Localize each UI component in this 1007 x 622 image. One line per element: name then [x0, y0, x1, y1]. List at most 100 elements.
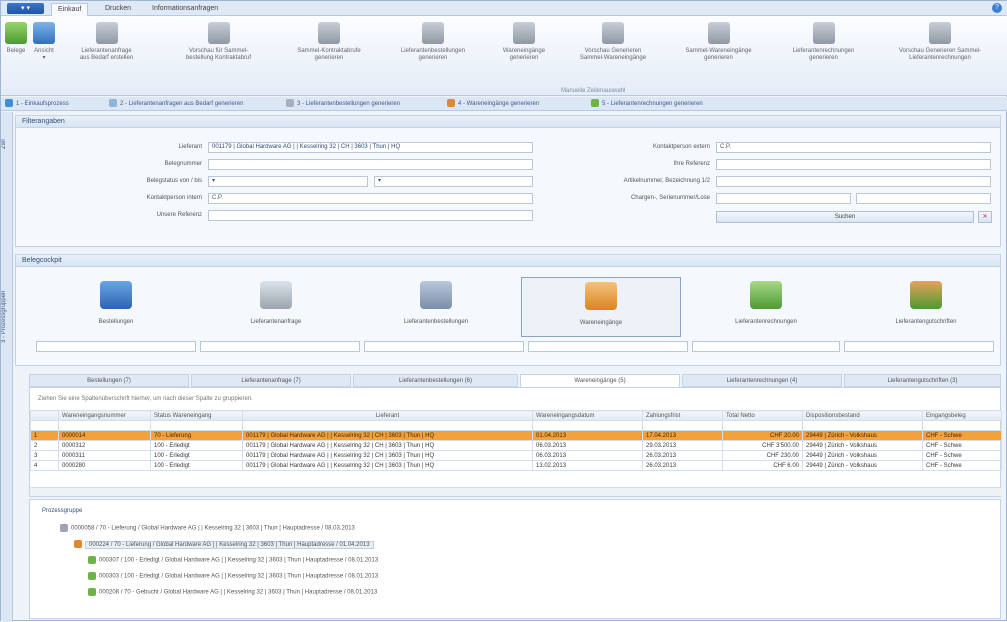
cart-icon: [260, 281, 292, 309]
order-icon: [286, 99, 294, 108]
vorschau-sammel-wareneingaenge-label: Vorschau Generieren Sammel-Wareneingänge: [579, 48, 647, 61]
artikelnummer-field[interactable]: [716, 176, 991, 187]
lieferantenbestellungen-filter-field[interactable]: [364, 341, 524, 352]
goods-receipt-icon: [74, 540, 82, 548]
help-icon[interactable]: ?: [992, 3, 1002, 13]
subtab-bestellungen[interactable]: Bestellungen (7): [29, 374, 189, 387]
kontaktperson-extern-field[interactable]: C.P.: [716, 142, 991, 153]
col-zahlungsfrist[interactable]: Zahlungsfrist: [642, 410, 723, 421]
application-menu-button[interactable]: ▾ ▾: [7, 3, 44, 14]
lieferantenrechnungen-generieren-button[interactable]: Lieferantenrechnungen generieren: [776, 22, 871, 90]
belegnummer-field[interactable]: [208, 159, 533, 170]
table-row[interactable]: 4 0000280 100 - Erledigt 001179 | Global Ha…: [30, 460, 1002, 471]
tree-item[interactable]: 0000058 / 70 - Lieferung / Global Hardwa…: [60, 524, 355, 532]
belegstatus-bis-select[interactable]: ▾: [374, 176, 533, 187]
lieferantenbestellungen-generieren-button[interactable]: Lieferantenbestellungen generieren: [387, 22, 479, 90]
ansicht-button[interactable]: Ansicht ▾: [31, 22, 57, 90]
workflow-panel: Belegcockpit Bestellungen Lieferantenanf…: [15, 254, 1001, 366]
artikelnummer-label: Artikelnummer, Bezeichnung 1/2: [623, 178, 710, 184]
bestellungen-filter-field[interactable]: [36, 341, 196, 352]
filter-cell[interactable]: [722, 420, 803, 431]
step-4[interactable]: 4 - Wareneingänge generieren: [447, 99, 539, 109]
step-3[interactable]: 3 - Lieferantenbestellungen generieren: [286, 99, 400, 109]
sidebar-prozessgruppen-tab[interactable]: 3 - Prozessgruppen: [1, 282, 13, 352]
step-1[interactable]: 1 - Einkaufsprozess: [5, 99, 69, 109]
col-disposition[interactable]: Dispositionsbestand: [802, 410, 923, 421]
table-row[interactable]: 1 0000014 70 - Lieferung 001179 | Global Ha…: [30, 430, 1002, 441]
cell-status: 100 - Erledigt: [150, 450, 243, 461]
filter-cell[interactable]: [642, 420, 723, 431]
tree-item[interactable]: 000307 / 100 - Erledigt / Global Hardwar…: [88, 556, 378, 564]
lieferantenrechnungen-filter-field[interactable]: [692, 341, 840, 352]
card-lieferantenanfrage[interactable]: Lieferantenanfrage: [196, 277, 356, 337]
subtab-wareneingaenge[interactable]: Wareneingänge (5): [520, 374, 680, 387]
table-row[interactable]: 3 0000311 100 - Erledigt 001179 | Global Ha…: [30, 450, 1002, 461]
sammel-wareneingaenge-button[interactable]: Sammel-Wareneingänge generieren: [671, 22, 766, 90]
process-tree-title: Prozessgruppe: [42, 508, 83, 514]
card-lieferantengutschriften[interactable]: Lieferantengutschriften: [846, 277, 1006, 337]
filter-cell[interactable]: [58, 420, 151, 431]
serienummer-field[interactable]: [856, 193, 991, 204]
tab-einkauf[interactable]: Einkauf: [51, 3, 89, 16]
card-bestellungen-label: Bestellungen: [98, 319, 134, 325]
subtab-lieferantenanfrage[interactable]: Lieferantenanfrage (7): [191, 374, 351, 387]
belegstatus-von-select[interactable]: ▾: [208, 176, 368, 187]
kontaktperson-field[interactable]: C.P.: [208, 193, 533, 204]
lieferantengutschriften-filter-field[interactable]: [844, 341, 994, 352]
filter-cell[interactable]: [532, 420, 643, 431]
request-icon: [109, 99, 117, 108]
col-wareneingangsnummer[interactable]: Wareneingangsnummer: [58, 410, 151, 421]
goods-receipt-icon: [447, 99, 455, 108]
tree-item[interactable]: 000208 / 70 - Gebucht / Global Hardware …: [88, 588, 377, 596]
tab-drucken[interactable]: Drucken: [99, 3, 137, 16]
vorschau-sammel-wareneingaenge-button[interactable]: Vorschau Generieren Sammel-Wareneingänge: [563, 22, 663, 90]
subtab-lieferantenrechnungen[interactable]: Lieferantenrechnungen (4): [682, 374, 842, 387]
belege-button[interactable]: Belege: [5, 22, 27, 90]
unsere-referenz-field[interactable]: [208, 210, 533, 221]
step-2[interactable]: 2 - Lieferantenanfragen aus Bedarf gener…: [109, 99, 243, 109]
lieferantenanfrage-filter-field[interactable]: [200, 341, 360, 352]
filter-cell[interactable]: [922, 420, 1002, 431]
tree-item-label: 0000058 / 70 - Lieferung / Global Hardwa…: [71, 525, 355, 532]
horizontal-scrollbar[interactable]: [30, 487, 1002, 496]
col-eingangsbeleg[interactable]: Eingangsbeleg: [922, 410, 1002, 421]
sammel-kontraktabrufe-button[interactable]: Sammel-Kontraktabrufe generieren: [284, 22, 374, 90]
col-lieferant[interactable]: Lieferant: [242, 410, 533, 421]
lieferant-field[interactable]: 001179 | Global Hardware AG | | Kesselri…: [208, 142, 533, 153]
card-lieferantenbestellungen[interactable]: Lieferantenbestellungen: [356, 277, 516, 337]
subtab-lieferantenbestellungen[interactable]: Lieferantenbestellungen (6): [353, 374, 518, 387]
clear-filter-icon[interactable]: ✕: [978, 211, 992, 223]
col-datum[interactable]: Wareneingangsdatum: [532, 410, 643, 421]
tree-item-label: 000303 / 100 - Erledigt / Global Hardwar…: [99, 573, 379, 580]
ihre-referenz-field[interactable]: [716, 159, 991, 170]
col-total[interactable]: Total Netto: [722, 410, 803, 421]
filter-cell[interactable]: [802, 420, 923, 431]
tab-informationsanfragen[interactable]: Informationsanfragen: [146, 3, 224, 16]
sidebar-ziel-tab[interactable]: Ziel: [1, 124, 13, 164]
wareneingaenge-filter-field[interactable]: [528, 341, 688, 352]
filter-cell[interactable]: [242, 420, 533, 431]
card-bestellungen[interactable]: Bestellungen: [36, 277, 196, 337]
filter-row: [30, 420, 1002, 431]
vorschau-kontraktabruf-label: Vorschau für Sammel- bestellung Kontrakt…: [185, 48, 252, 61]
anfrage-aus-bedarf-button[interactable]: Lieferantenanfrage aus Bedarf erstellen: [59, 22, 154, 90]
process-tree-panel: Prozessgruppe 0000058 / 70 - Lieferung /…: [29, 499, 1001, 619]
wareneingang-grid: Ziehen Sie eine Spaltenüberschrift hierh…: [29, 387, 1002, 497]
card-wareneingaenge[interactable]: Wareneingänge: [521, 277, 681, 337]
table-row[interactable]: 2 0000312 100 - Erledigt 001179 | Global Ha…: [30, 440, 1002, 451]
vorschau-sammel-rechnungen-button[interactable]: Vorschau Generieren Sammel- Lieferantenr…: [881, 22, 999, 90]
step-5[interactable]: 5 - Lieferantenrechnungen generieren: [591, 99, 703, 109]
col-status[interactable]: Status Wareneingang: [150, 410, 243, 421]
step-4-label: 4 - Wareneingänge generieren: [458, 101, 540, 107]
search-button[interactable]: Suchen: [716, 211, 974, 223]
filter-cell[interactable]: [150, 420, 243, 431]
subtab-lieferantengutschriften[interactable]: Lieferantengutschriften (3): [844, 374, 1001, 387]
tree-item[interactable]: 000224 / 70 - Lieferung / Global Hardwar…: [74, 540, 374, 549]
card-lieferantenrechnungen[interactable]: Lieferantenrechnungen: [686, 277, 846, 337]
tree-item[interactable]: 000303 / 100 - Erledigt / Global Hardwar…: [88, 572, 378, 580]
wareneingaenge-generieren-button[interactable]: Wareneingänge generieren: [489, 22, 559, 90]
invoice-icon: [88, 572, 96, 580]
cell-frist: 26.03.2013: [642, 460, 723, 471]
chargen-field[interactable]: [716, 193, 851, 204]
vorschau-kontraktabruf-button[interactable]: Vorschau für Sammel- bestellung Kontrakt…: [166, 22, 271, 90]
